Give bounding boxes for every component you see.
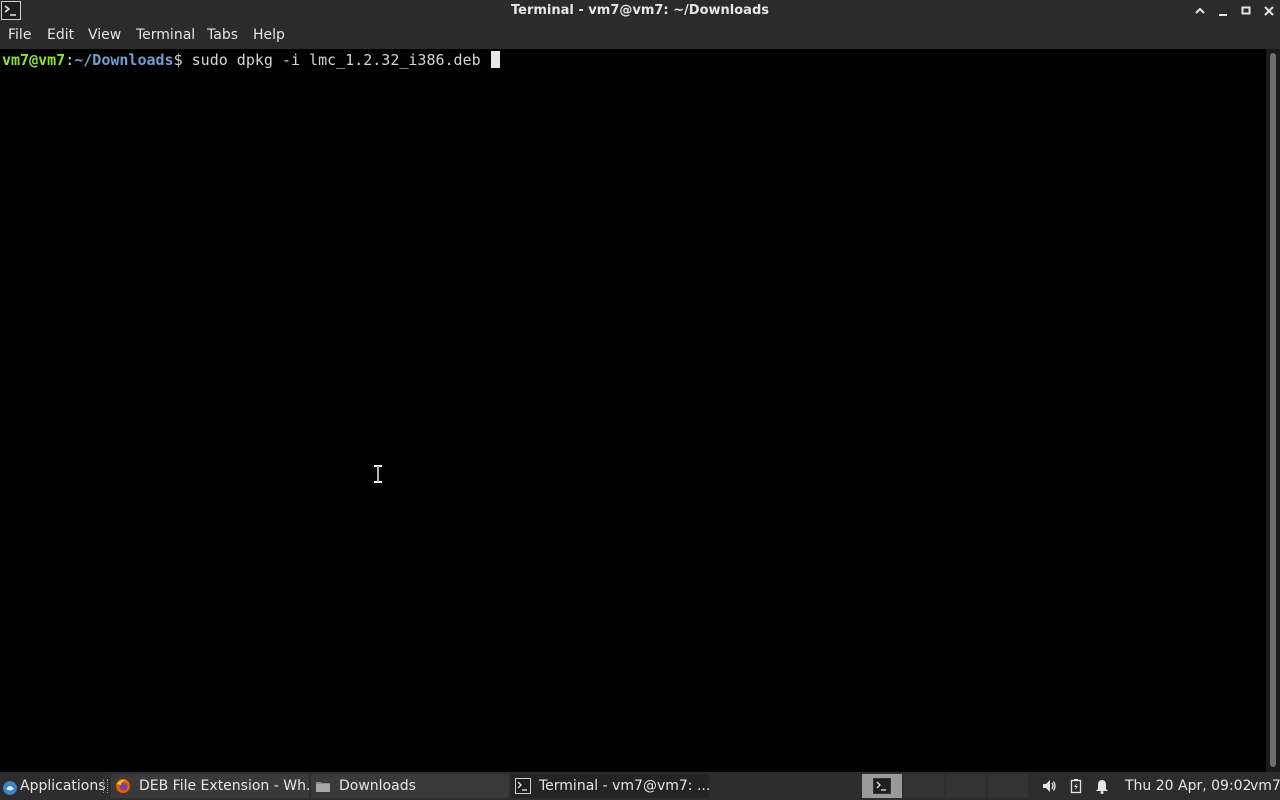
task-label: Downloads bbox=[339, 778, 416, 794]
close-icon[interactable] bbox=[1260, 2, 1278, 20]
menu-terminal[interactable]: Terminal bbox=[136, 27, 195, 43]
menu-edit[interactable]: Edit bbox=[47, 27, 74, 43]
workspace-3[interactable] bbox=[946, 774, 986, 798]
applications-menu-icon bbox=[2, 778, 18, 795]
terminal-icon bbox=[515, 778, 531, 794]
desktop-screen: Terminal - vm7@vm7: ~/Downloads File Edi… bbox=[0, 0, 1280, 800]
mouse-ibeam-cursor-icon bbox=[373, 464, 383, 484]
workspace-4[interactable] bbox=[988, 774, 1028, 798]
folder-icon bbox=[315, 778, 331, 794]
task-button-firefox[interactable]: DEB File Extension - Wh... bbox=[111, 774, 319, 798]
text-cursor bbox=[490, 51, 500, 68]
menu-view[interactable]: View bbox=[88, 27, 121, 43]
applications-menu-button[interactable]: Applications bbox=[2, 772, 108, 800]
menu-bar: File Edit View Terminal Tabs Help bbox=[0, 22, 1280, 50]
volume-icon[interactable] bbox=[1041, 778, 1057, 794]
notification-bell-icon[interactable] bbox=[1094, 778, 1110, 794]
task-label: DEB File Extension - Wh... bbox=[139, 778, 320, 794]
menu-tabs[interactable]: Tabs bbox=[207, 27, 238, 43]
maximize-up-icon[interactable] bbox=[1191, 2, 1209, 20]
scrollbar-thumb[interactable] bbox=[1270, 53, 1276, 767]
command-text: sudo dpkg -i lmc_1.2.32_i386.deb bbox=[182, 51, 490, 69]
prompt-symbol: $ bbox=[173, 51, 183, 69]
clock[interactable]: Thu 20 Apr, 09:02 bbox=[1125, 772, 1251, 800]
firefox-icon bbox=[115, 778, 131, 794]
battery-icon[interactable] bbox=[1068, 778, 1084, 794]
workspace-icon bbox=[873, 778, 891, 794]
prompt-user: vm7@vm7 bbox=[2, 51, 66, 69]
terminal-line: vm7@vm7:~/Downloads$ sudo dpkg -i lmc_1.… bbox=[2, 51, 500, 69]
panel-separator bbox=[103, 779, 108, 793]
menu-help[interactable]: Help bbox=[253, 27, 285, 43]
task-button-terminal[interactable]: Terminal - vm7@vm7: ... bbox=[511, 774, 711, 798]
task-label: Terminal - vm7@vm7: ... bbox=[539, 778, 711, 794]
prompt-path: ~/Downloads bbox=[74, 51, 174, 69]
window-title: Terminal - vm7@vm7: ~/Downloads bbox=[511, 3, 769, 18]
prompt-separator: : bbox=[65, 51, 75, 69]
restore-icon[interactable] bbox=[1237, 2, 1255, 20]
user-menu[interactable]: vm7 bbox=[1250, 772, 1280, 800]
applications-label: Applications bbox=[20, 778, 106, 794]
taskbar: Applications DEB File Extension - Wh... … bbox=[0, 772, 1280, 800]
window-titlebar[interactable]: Terminal - vm7@vm7: ~/Downloads bbox=[0, 0, 1280, 22]
minimize-icon[interactable] bbox=[1214, 2, 1232, 20]
vertical-scrollbar[interactable] bbox=[1266, 49, 1280, 772]
terminal-area[interactable]: vm7@vm7:~/Downloads$ sudo dpkg -i lmc_1.… bbox=[0, 49, 1266, 772]
menu-file[interactable]: File bbox=[8, 27, 31, 43]
workspace-2[interactable] bbox=[904, 774, 944, 798]
task-button-downloads[interactable]: Downloads bbox=[311, 774, 509, 798]
workspace-switcher[interactable] bbox=[862, 774, 902, 798]
